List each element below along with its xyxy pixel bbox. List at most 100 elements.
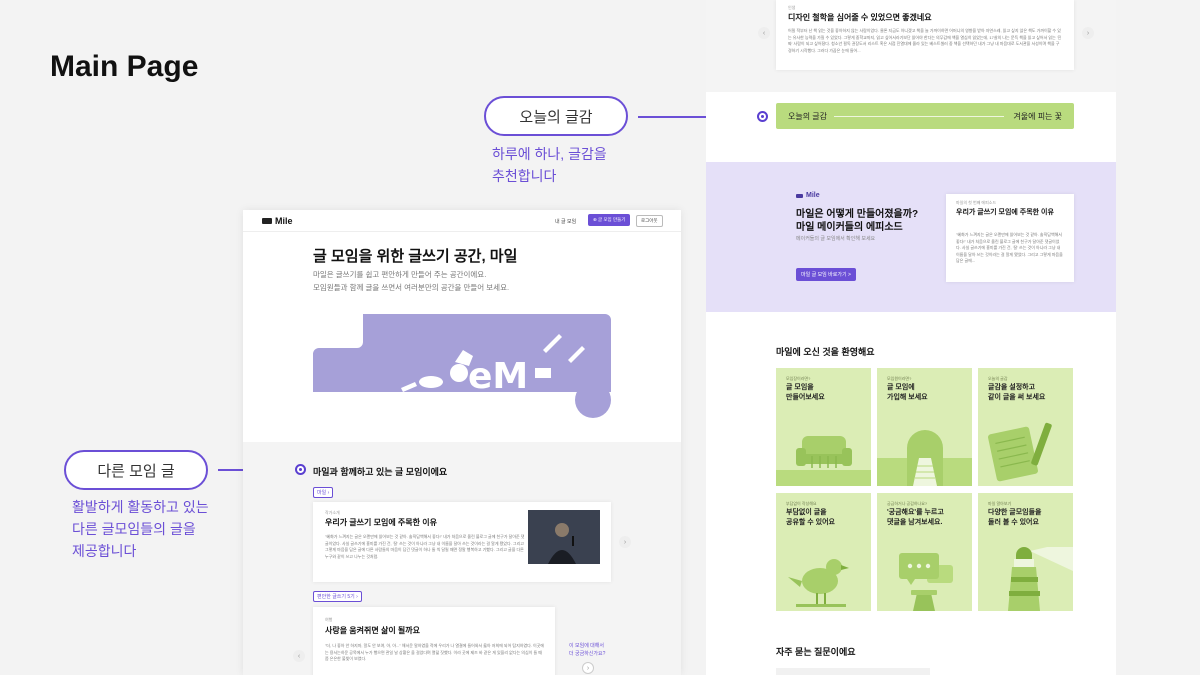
main-page-mockup: Mile 내 글 모임 ⊕ 글 모임 만들기 로그아웃 글 모임을 위한 글쓰기… <box>243 210 681 675</box>
today-desc-line-1: 하루에 하나, 글감을 <box>492 146 607 162</box>
group2-tag-label: 편안한 글쓰기 5기 <box>317 594 355 600</box>
today-topic-bar[interactable]: 오늘의 글감 겨울에 피는 꽃 <box>776 103 1074 129</box>
ask-line-1: 이 모임에 대해서 <box>569 643 604 649</box>
ask-more-link[interactable]: 이 모임에 대해서 더 궁금하신가요? <box>569 642 605 658</box>
page-title: Main Page <box>50 50 199 83</box>
tile-caption: 마일 알아보기 <box>988 501 1012 506</box>
today-connector-dot <box>757 111 768 122</box>
my-groups-link[interactable]: 내 글 모임 <box>555 218 576 225</box>
intro-band: Mile 마일은 어떻게 만들어졌을까? 마일 메이커들의 에피소드 메이커들의… <box>706 162 1116 312</box>
top-card-title: 디자인 철학을 심어줄 수 있었으면 좋겠네요 <box>788 13 932 22</box>
tile-set-topic[interactable]: 오늘의 글감 글감을 설정하고 같이 글을 써 보세요 <box>978 368 1073 486</box>
hero-sub-line-2: 모임원들과 함께 글을 쓰면서 여러분만의 공간을 만들어 보세요. <box>313 283 510 292</box>
intro-card-body: "혜화가 느껴지는 글은 오랜만에 읽어보는 것 같아. 솔직담백해서 좋다!"… <box>956 232 1063 263</box>
other-groups-callout: 다른 모임 글 <box>64 450 208 490</box>
speaker-photo <box>528 510 600 564</box>
tile-caption: 모임원이라면? <box>887 376 912 381</box>
top-card-category: 인생 <box>788 5 796 10</box>
today-topic-value: 겨울에 피는 꽃 <box>1013 112 1062 121</box>
create-group-label: 글 모임 만들기 <box>598 217 626 222</box>
tile-title: 부담없이 글을 공유할 수 있어요 <box>786 509 835 526</box>
arch-door-icon <box>877 430 972 486</box>
other-desc-line-3: 제공합니다 <box>72 543 137 559</box>
tile-join-group[interactable]: 모임원이라면? 글 모임에 가입해 보세요 <box>877 368 972 486</box>
group-tag-mile[interactable]: 마일 › <box>313 487 334 498</box>
logout-button[interactable]: 로그아웃 <box>636 215 663 227</box>
ask-line-2: 더 궁금하신가요? <box>569 651 606 657</box>
groups-section: 마일과 함께하고 있는 글 모임이에요 마일 › 작가소개 우리가 글쓰기 모임… <box>243 442 681 675</box>
create-group-button[interactable]: ⊕ 글 모임 만들기 <box>588 214 631 226</box>
today-topic-callout: 오늘의 글감 <box>484 96 628 136</box>
tile-caption: 모임장이라면? <box>786 376 811 381</box>
tile-create-group[interactable]: 모임장이라면? 글 모임을 만들어보세요 <box>776 368 871 486</box>
chat-bubble-icon <box>899 553 953 611</box>
lighthouse-icon <box>1008 547 1073 611</box>
hero-sub-line-1: 마일은 글쓰기를 쉽고 편안하게 만들어 주는 공간이에요. <box>313 270 487 279</box>
ask-more-arrow-icon[interactable]: › <box>582 662 594 674</box>
tile-browse-groups[interactable]: 마일 알아보기 다양한 글모임들을 둘러 볼 수 있어요 <box>978 493 1073 611</box>
top-next-arrow-icon[interactable]: › <box>1082 27 1094 39</box>
mile-logo[interactable]: Mile <box>262 216 293 226</box>
group1-tag-label: 마일 <box>317 490 327 496</box>
faq-title: 자주 묻는 질문이에요 <box>776 647 856 657</box>
intro-post-card[interactable]: 마일의 첫 번째 에피소드 우리가 글쓰기 모임에 주목한 이유 "혜화가 느껴… <box>946 194 1074 282</box>
tile-caption: 궁금하거나 공감하나요? <box>887 501 928 506</box>
intro-logo-text: Mile <box>806 192 820 199</box>
intro-card-category: 마일의 첫 번째 에피소드 <box>956 200 997 205</box>
intro-title-line-2: 마일 메이커들의 에피소드 <box>796 222 903 233</box>
tile-title: '궁금해요'를 누르고 댓글을 남겨보세요. <box>887 509 944 526</box>
tile-title: 다양한 글모임들을 둘러 볼 수 있어요 <box>988 509 1042 526</box>
group-tag-comfy-writing[interactable]: 편안한 글쓰기 5기 › <box>313 591 362 602</box>
tile-title: 글 모임을 만들어보세요 <box>786 384 825 401</box>
tile-caption: 부담없이 작성해요 <box>786 501 817 506</box>
go-mile-group-button[interactable]: 마일 글 모임 바로가기 > <box>796 268 856 281</box>
group2-post-card[interactable]: 여행 사랑을 움켜쥐면 삶이 될까요 "더, 나 좋아 안 하지마, 알도 안 … <box>313 607 555 675</box>
today-desc-line-2: 추천합니다 <box>492 168 557 184</box>
card2-title: 사랑을 움켜쥐면 삶이 될까요 <box>325 626 420 635</box>
tile-title: 글 모임에 가입해 보세요 <box>887 384 928 401</box>
next-arrow-icon[interactable]: › <box>619 536 631 548</box>
top-post-card[interactable]: 인생 디자인 철학을 심어줄 수 있었으면 좋겠네요 어릴 적부터 난 책 읽는… <box>776 0 1074 70</box>
card2-category: 여행 <box>325 617 333 622</box>
top-prev-arrow-icon[interactable]: ‹ <box>758 27 770 39</box>
today-topic-divider <box>834 115 1004 117</box>
card-title: 우리가 글쓰기 모임에 주목한 이유 <box>325 518 437 527</box>
card-photo <box>528 510 600 564</box>
group1-post-card[interactable]: 작가소개 우리가 글쓰기 모임에 주목한 이유 "혜화가 느껴지는 글은 오랜만… <box>313 502 611 582</box>
logo-text: Mile <box>275 216 293 226</box>
top-card-body: 어릴 적부터 난 책 읽는 것을 좋아하지 않는 사람이었다. 물론 지금도 아… <box>788 28 1062 53</box>
hero-illustration: eM <box>313 314 611 418</box>
svg-text:eM: eM <box>468 356 528 397</box>
welcome-title: 마일에 오신 것을 환영해요 <box>776 347 875 357</box>
top-nav: Mile 내 글 모임 ⊕ 글 모임 만들기 로그아웃 <box>243 210 681 232</box>
other-connector-dot <box>295 464 306 475</box>
notebook-pen-icon <box>988 422 1052 482</box>
prev-arrow-icon[interactable]: ‹ <box>293 650 305 662</box>
today-topic-description: 하루에 하나, 글감을 추천합니다 <box>492 143 607 187</box>
other-desc-line-1: 활발하게 활동하고 있는 <box>72 499 209 515</box>
intro-logo: Mile <box>796 192 820 199</box>
hero-title: 글 모임을 위한 글쓰기 공간, 마일 <box>313 248 518 265</box>
tile-title: 글감을 설정하고 같이 글을 써 보세요 <box>988 384 1046 401</box>
intro-title-line-1: 마일은 어떻게 만들어졌을까? <box>796 209 919 220</box>
hero-art-circle <box>575 382 611 418</box>
other-groups-description: 활발하게 활동하고 있는 다른 글모임들의 글을 제공합니다 <box>72 496 209 562</box>
bird-icon <box>788 559 849 607</box>
tile-curious-comment[interactable]: 궁금하거나 공감하나요? '궁금해요'를 누르고 댓글을 남겨보세요. <box>877 493 972 611</box>
card-category: 작가소개 <box>325 510 340 515</box>
tile-caption: 오늘의 글감 <box>988 376 1008 381</box>
intro-subtitle: 메이커들의 글 모임에서 확인해 보세요 <box>796 236 876 242</box>
today-topic-label: 오늘의 글감 <box>788 112 828 121</box>
intro-logo-mark-icon <box>796 193 803 198</box>
faq-item[interactable] <box>776 668 930 675</box>
top-card-band: ‹ 인생 디자인 철학을 심어줄 수 있었으면 좋겠네요 어릴 적부터 난 책 … <box>706 0 1116 92</box>
tile-share-writing[interactable]: 부담없이 작성해요 부담없이 글을 공유할 수 있어요 <box>776 493 871 611</box>
card2-body: "더, 나 좋아 안 하지마, 알도 안 보여, 아, 아..." 해서운 말하… <box>325 643 545 661</box>
hero-subtitle: 마일은 글쓰기를 쉽고 편안하게 만들어 주는 공간이에요. 모임원들과 함께 … <box>313 268 509 294</box>
other-desc-line-2: 다른 글모임들의 글을 <box>72 521 196 537</box>
logo-mark-icon <box>262 218 272 224</box>
intro-title: 마일은 어떻게 만들어졌을까? 마일 메이커들의 에피소드 <box>796 208 918 234</box>
card-body: "혜화가 느껴지는 글은 오랜만에 읽어보는 것 같아. 솔직담백해서 좋다!"… <box>325 534 525 559</box>
main-page-scroll-mockup: ‹ 인생 디자인 철학을 심어줄 수 있었으면 좋겠네요 어릴 적부터 난 책 … <box>706 0 1116 675</box>
intro-card-title: 우리가 글쓰기 모임에 주목한 이유 <box>956 209 1054 216</box>
